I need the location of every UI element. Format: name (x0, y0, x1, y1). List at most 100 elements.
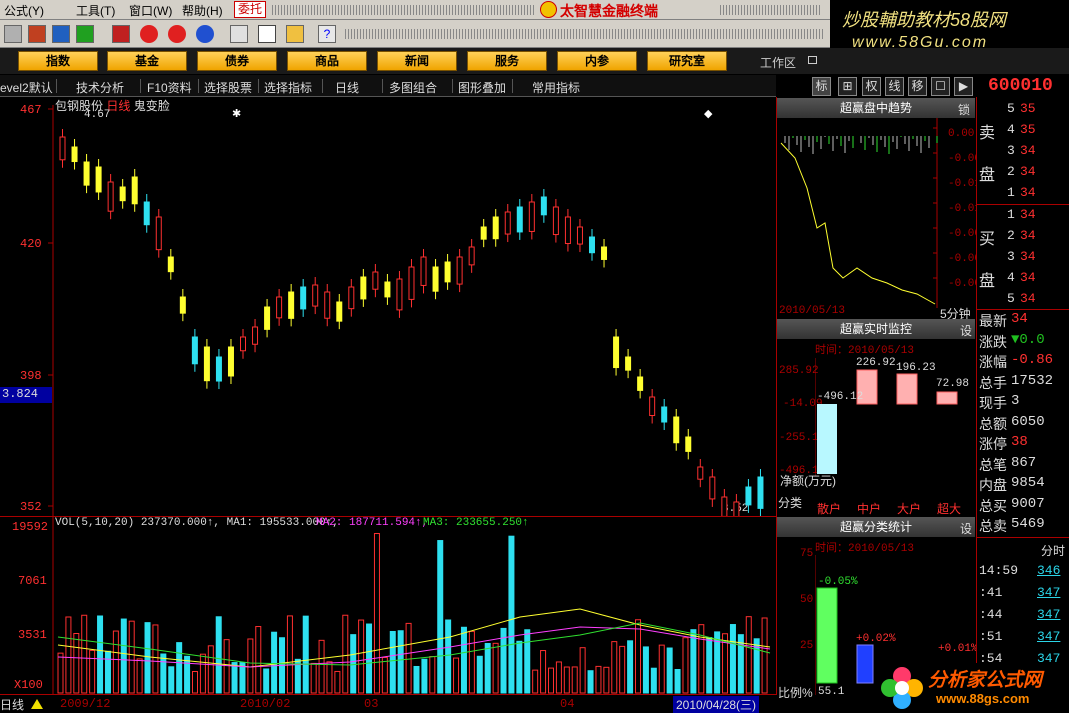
tool-select-stock[interactable]: 选择股票 (204, 79, 252, 96)
sell-price-5: 35 (1020, 101, 1036, 116)
icon-5[interactable] (112, 25, 130, 43)
tab-line[interactable]: 线 (885, 77, 904, 96)
tab-grid[interactable]: ⊞ (838, 77, 857, 96)
icon-10[interactable] (258, 25, 276, 43)
candle-body (432, 266, 439, 292)
stat-value: 17532 (1011, 372, 1054, 389)
monitor-settings-button[interactable]: 设 (960, 322, 972, 339)
tab-move[interactable]: 移 (908, 77, 927, 96)
nav-bar: 指数 基金 债券 商品 新闻 服务 内参 研究室 工作区 (0, 48, 1069, 74)
volume-bar (650, 667, 657, 694)
tool-sep (198, 79, 199, 93)
entrust-button[interactable]: 委托 (234, 1, 267, 18)
nav-commodity[interactable]: 商品 (287, 51, 367, 71)
period-tab[interactable]: 日线 (0, 696, 24, 713)
buy-price-1: 34 (1020, 207, 1036, 222)
volume-bar (89, 649, 96, 694)
nav-fund[interactable]: 基金 (107, 51, 187, 71)
trend-scale-0: 0.00 (948, 128, 975, 140)
workspace-label[interactable]: 工作区 (760, 54, 796, 71)
stats-scale-75: 75 (800, 548, 814, 560)
stat-label: 最新 (979, 313, 1007, 329)
period-triangle-icon[interactable] (31, 699, 43, 709)
stats-settings-button[interactable]: 设 (960, 520, 972, 537)
menu-tools[interactable]: 工具(T) (76, 2, 115, 19)
icon-8[interactable] (196, 25, 214, 43)
tool-select-indicator[interactable]: 选择指标 (264, 79, 312, 96)
candle-body (300, 286, 307, 310)
nav-index[interactable]: 指数 (18, 51, 98, 71)
volume-bar (136, 658, 143, 694)
icon-2[interactable] (28, 25, 46, 43)
app-title: 太智慧金融终端 (560, 3, 658, 19)
tool-level2-default[interactable]: evel2默认 (0, 79, 53, 96)
monitor-val-mid: 226.92 (856, 357, 896, 369)
tool-sep (322, 79, 323, 93)
volume-bar (310, 662, 317, 694)
icon-9[interactable] (230, 25, 248, 43)
tab-mark[interactable]: 标 (812, 77, 831, 96)
candle-body (155, 216, 162, 251)
tool-sep (258, 79, 259, 93)
buy-level-2: 2 (1007, 228, 1015, 243)
tab-weight[interactable]: 权 (862, 77, 881, 96)
volume-bar (421, 658, 428, 694)
tick-price: 347 (1037, 607, 1061, 622)
candlestick-chart[interactable]: 包钢股份 日线 鬼变脸 467 420 398 352 3.824 4.67 3… (0, 97, 777, 516)
tool-tech-analysis[interactable]: 技术分析 (76, 79, 124, 96)
icon-11[interactable] (286, 25, 304, 43)
stat-label: 涨幅 (979, 354, 1007, 370)
buy-price-3: 34 (1020, 249, 1036, 264)
nav-insider[interactable]: 内参 (557, 51, 637, 71)
icon-4[interactable] (76, 25, 94, 43)
tab-next[interactable]: ▶ (954, 77, 973, 96)
nav-research[interactable]: 研究室 (647, 51, 727, 71)
candle-body (516, 206, 523, 233)
tick-time: :51 (979, 629, 1003, 644)
icon-3[interactable] (52, 25, 70, 43)
toolbar-icon-1[interactable] (2, 2, 18, 17)
stat-label: 总卖 (979, 518, 1007, 534)
tool-multi-chart[interactable]: 多图组合 (389, 79, 437, 96)
nav-bond[interactable]: 债券 (197, 51, 277, 71)
app-logo-icon (540, 1, 557, 18)
icon-7[interactable] (168, 25, 186, 43)
tool-daily[interactable]: 日线 (335, 79, 359, 96)
volume-chart[interactable]: VOL(5,10,20) 237370.000↑, MA1: 195533.00… (0, 516, 777, 695)
tick-price: 347 (1037, 585, 1061, 600)
menu-window[interactable]: 窗口(W) (129, 2, 172, 19)
volume-bar (587, 670, 594, 694)
tick-time: :44 (979, 607, 1003, 622)
volume-bar (120, 618, 127, 694)
tool-f10[interactable]: F10资料 (147, 79, 192, 96)
buy-label-1: 买 (979, 231, 996, 248)
volume-bar (706, 637, 713, 694)
candle-body (348, 286, 355, 310)
monitor-date: 时间：2010/05/13 (815, 345, 915, 357)
trend-lock-button[interactable]: 锁 (958, 101, 970, 118)
volume-bar (65, 616, 72, 694)
tab-box[interactable]: ☐ (931, 77, 950, 96)
watermark-line-2: www.88gs.com (936, 691, 1030, 706)
candle-body (661, 406, 668, 423)
workspace-icon[interactable] (808, 56, 817, 64)
volume-bar (176, 642, 183, 694)
volume-bar (397, 630, 404, 694)
icon-6[interactable] (140, 25, 158, 43)
chart-toolbar: evel2默认 技术分析 F10资料 选择股票 选择指标 日线 多图组合 图形叠… (0, 75, 776, 97)
candle-body (480, 226, 487, 240)
candle-body (240, 336, 247, 352)
star-marker: ✱ (232, 108, 241, 120)
menu-help[interactable]: 帮助(H) (182, 2, 223, 19)
tool-common-indicator[interactable]: 常用指标 (532, 79, 580, 96)
icon-1[interactable] (4, 25, 22, 43)
volume-bar (460, 626, 467, 694)
help-pointer-icon[interactable]: ? (318, 25, 336, 43)
nav-news[interactable]: 新闻 (377, 51, 457, 71)
nav-service[interactable]: 服务 (467, 51, 547, 71)
volume-bar (476, 655, 483, 694)
candle-body (576, 226, 583, 245)
volume-bar (666, 647, 673, 694)
candle-body (468, 246, 475, 266)
tool-overlay[interactable]: 图形叠加 (458, 79, 506, 96)
